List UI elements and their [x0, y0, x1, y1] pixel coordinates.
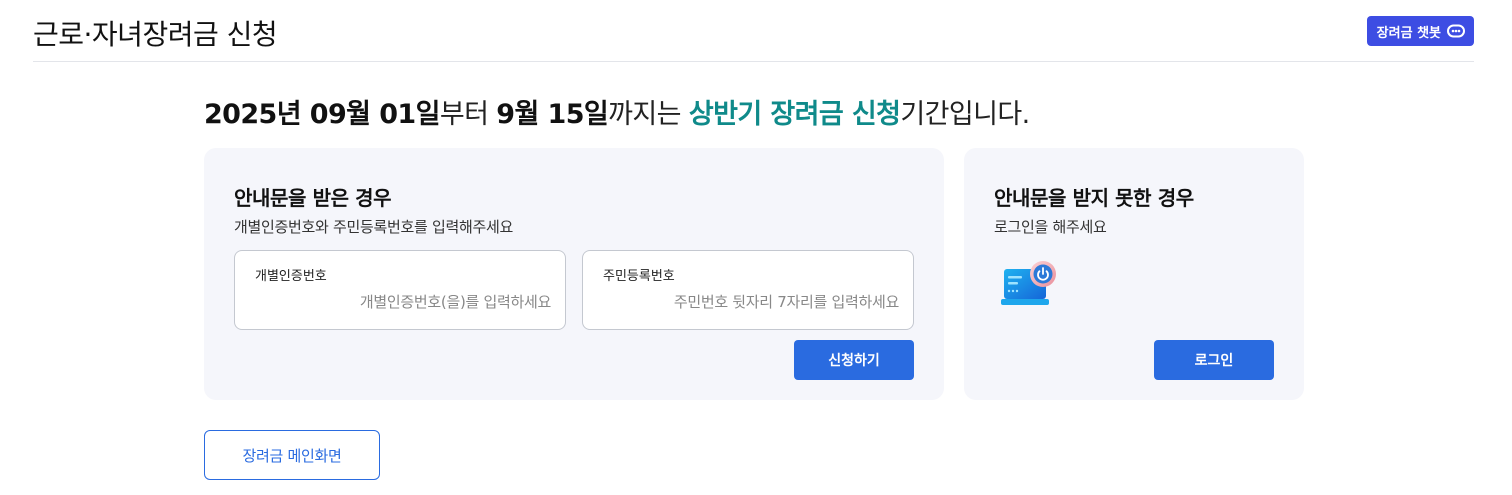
rrn-label: 주민등록번호 — [603, 269, 675, 284]
chatbot-button-label: 장려금 챗봇 — [1376, 25, 1441, 41]
notice-received-card: 안내문을 받은 경우 개별인증번호와 주민등록번호를 입력해주세요 개별인증번호… — [204, 148, 944, 400]
period-from-text: 부터 — [439, 99, 497, 130]
notice-not-received-card: 안내문을 받지 못한 경우 로그인을 해주세요 로그인 — [964, 148, 1304, 400]
auth-number-field: 개별인증번호 — [234, 250, 566, 330]
notice-not-received-title: 안내문을 받지 못한 경우 — [994, 186, 1194, 210]
apply-button[interactable]: 신청하기 — [794, 340, 914, 380]
rrn-field: 주민등록번호 — [582, 250, 914, 330]
period-highlight: 상반기 장려금 신청 — [688, 99, 901, 130]
period-start-date: 2025년 09월 01일 — [204, 99, 440, 130]
period-suffix: 기간입니다. — [900, 99, 1030, 130]
chat-bubble-icon — [1447, 24, 1465, 38]
chatbot-button[interactable]: 장려금 챗봇 — [1366, 16, 1474, 46]
period-until-text: 까지는 — [608, 99, 689, 130]
laptop-power-icon — [998, 260, 1062, 316]
page-title: 근로·자녀장려금 신청 — [33, 18, 278, 51]
auth-number-input[interactable] — [249, 289, 551, 315]
auth-number-label: 개별인증번호 — [255, 269, 327, 284]
notice-received-description: 개별인증번호와 주민등록번호를 입력해주세요 — [234, 218, 513, 236]
login-button[interactable]: 로그인 — [1154, 340, 1274, 380]
rrn-input[interactable] — [597, 289, 899, 315]
notice-not-received-description: 로그인을 해주세요 — [994, 218, 1107, 236]
period-end-date: 9월 15일 — [496, 99, 609, 130]
page-header: 근로·자녀장려금 신청 장려금 챗봇 — [33, 0, 1474, 62]
main-page-button[interactable]: 장려금 메인화면 — [204, 430, 380, 480]
application-period-notice: 2025년 09월 01일부터 9월 15일까지는 상반기 장려금 신청기간입니… — [204, 92, 1030, 131]
notice-received-title: 안내문을 받은 경우 — [234, 186, 392, 210]
